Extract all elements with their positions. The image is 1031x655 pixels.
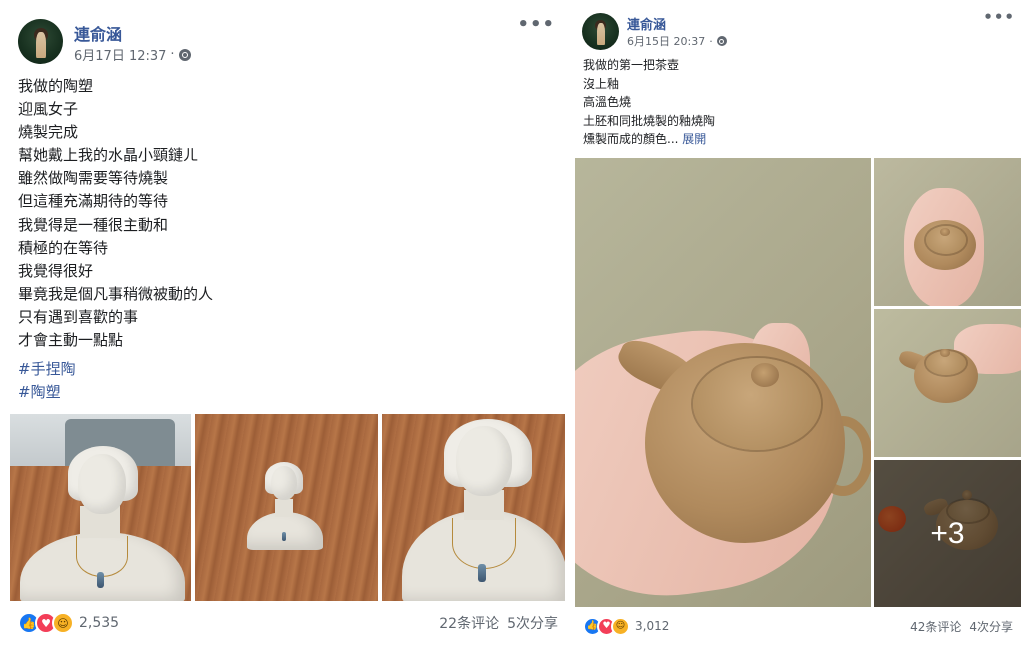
post-date[interactable]: 6月15日 20:37 <box>627 33 705 49</box>
extra-photos-count: +3 <box>874 460 1021 607</box>
post-line: 幫她戴上我的水晶小頸鏈ㄦ <box>18 146 199 165</box>
post-card: 連俞涵 6月15日 20:37 · ••• 我做的第一把茶壺 沒上釉 高溫色燒 … <box>575 0 1025 655</box>
author-name[interactable]: 連俞涵 <box>74 21 122 45</box>
post-photo[interactable] <box>195 414 378 601</box>
post-footer: 👍 ♥ ☺ 3,012 42条评论 4次分享 <box>583 615 1013 637</box>
post-stats: 42条评论 4次分享 <box>910 618 1013 635</box>
post-header: 連俞涵 6月17日 12:37 · ••• <box>10 0 565 64</box>
post-footer: 👍 ♥ ☺ 2,535 22条评论 5次分享 <box>18 611 558 635</box>
post-line: 積極的在等待 <box>18 238 109 257</box>
post-line: 雖然做陶需要等待燒製 <box>18 169 169 188</box>
post-meta: 6月15日 20:37 · <box>627 33 727 49</box>
meta-separator: · <box>709 34 713 48</box>
avatar[interactable] <box>18 19 63 64</box>
post-text: 我做的第一把茶壺 沒上釉 高溫色燒 土胚和同批燒製的釉燒陶 燻製而成的顏色...… <box>583 56 715 149</box>
post-line: 燻製而成的顏色... 展開 <box>583 130 715 149</box>
post-photo[interactable] <box>382 414 565 601</box>
post-line: 迎風女子 <box>18 100 79 119</box>
share-count[interactable]: 4次分享 <box>969 618 1013 635</box>
post-photo[interactable] <box>874 309 1021 457</box>
post-line: 高溫色燒 <box>583 95 632 110</box>
post-line: 沒上釉 <box>583 76 620 91</box>
post-line: 畢竟我是個凡事稍微被動的人 <box>18 284 214 303</box>
post-card: 連俞涵 6月17日 12:37 · ••• 我做的陶塑 迎風女子 燒製完成 幫她… <box>10 0 565 655</box>
post-line: 我做的陶塑 <box>18 77 94 95</box>
reaction-count[interactable]: 2,535 <box>79 615 119 631</box>
post-meta: 6月17日 12:37 · <box>74 45 191 64</box>
post-line: 才會主動一點點 <box>18 331 124 350</box>
author-name[interactable]: 連俞涵 <box>627 14 666 33</box>
post-line: 但這種充滿期待的等待 <box>18 192 169 211</box>
post-header: 連俞涵 6月15日 20:37 · ••• <box>575 0 1025 60</box>
post-line: 燒製完成 <box>18 123 79 142</box>
post-text: 我做的陶塑 迎風女子 燒製完成 幫她戴上我的水晶小頸鏈ㄦ 雖然做陶需要等待燒製 … <box>18 75 213 404</box>
globe-icon[interactable] <box>716 36 727 46</box>
post-line: 土胚和同批燒製的釉燒陶 <box>583 113 716 128</box>
post-line: 我覺得是一種很主動和 <box>18 215 169 234</box>
post-photo[interactable] <box>575 158 871 607</box>
post-date[interactable]: 6月17日 12:37 <box>74 45 166 64</box>
comment-count[interactable]: 42条评论 <box>910 618 961 635</box>
more-options-button[interactable]: ••• <box>983 8 1015 26</box>
post-stats: 22条评论 5次分享 <box>439 613 558 633</box>
post-line: 我做的第一把茶壺 <box>583 58 680 72</box>
wow-icon: ☺ <box>611 616 630 636</box>
reactions[interactable]: 👍 ♥ ☺ 2,535 <box>18 612 119 634</box>
globe-icon[interactable] <box>178 48 191 61</box>
haha-icon: ☺ <box>52 612 74 634</box>
more-options-button[interactable]: ••• <box>517 14 555 35</box>
post-line-truncated: 燻製而成的顏色... <box>583 132 679 147</box>
more-photos-tile[interactable]: +3 <box>874 460 1021 607</box>
reactions[interactable]: 👍 ♥ ☺ 3,012 <box>583 616 669 636</box>
share-count[interactable]: 5次分享 <box>507 613 558 633</box>
post-photo[interactable] <box>874 158 1021 306</box>
reaction-count[interactable]: 3,012 <box>635 619 669 633</box>
comment-count[interactable]: 22条评论 <box>439 613 499 633</box>
post-photo[interactable] <box>10 414 191 601</box>
hashtag-link[interactable]: #手捏陶 <box>18 358 213 381</box>
hashtag-link[interactable]: #陶塑 <box>18 381 213 404</box>
post-line: 我覺得很好 <box>18 261 94 280</box>
avatar[interactable] <box>582 13 619 50</box>
see-more-link[interactable]: 展開 <box>682 132 706 146</box>
meta-separator: · <box>170 47 175 62</box>
post-line: 只有遇到喜歡的事 <box>18 307 139 326</box>
